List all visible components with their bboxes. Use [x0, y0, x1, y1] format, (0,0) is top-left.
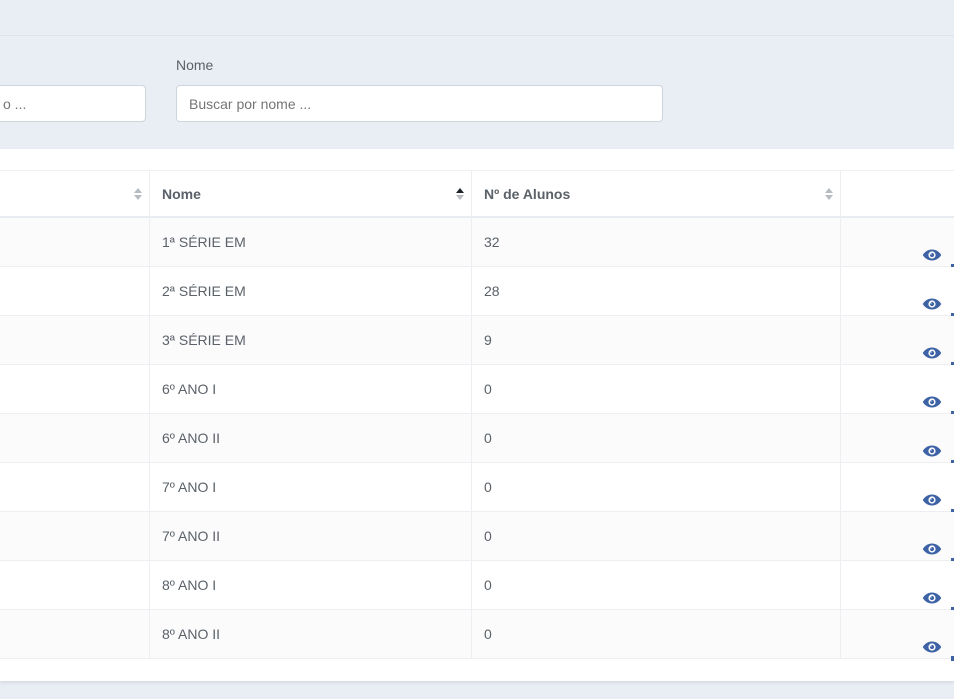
cell-actions: [841, 267, 954, 318]
cell-actions: [841, 512, 954, 563]
cell-actions: [841, 463, 954, 514]
cell-first: [0, 267, 150, 315]
filter-input-left[interactable]: [0, 85, 146, 122]
table-row: 3ª SÉRIE EM 9: [0, 316, 954, 367]
table-row: 8º ANO I0: [0, 561, 954, 612]
cell-alunos: 9: [472, 316, 841, 364]
sort-icon[interactable]: [133, 187, 143, 201]
column-header-actions: [841, 171, 954, 217]
cell-nome: 1ª SÉRIE EM: [150, 218, 472, 266]
cell-nome: 8º ANO I: [150, 561, 472, 609]
eye-icon[interactable]: [922, 381, 942, 408]
cell-first: [0, 512, 150, 560]
eye-icon[interactable]: [922, 332, 942, 359]
cell-nome: 8º ANO II: [150, 610, 472, 658]
edit-icon[interactable]: [950, 289, 954, 318]
cell-first: [0, 316, 150, 364]
cell-first: [0, 561, 150, 609]
column-header-nome-label: Nome: [162, 186, 201, 202]
cell-nome: 7º ANO I: [150, 463, 472, 511]
cell-actions: [841, 365, 954, 416]
cell-first: [0, 463, 150, 511]
table-row: 6º ANO II 0: [0, 414, 954, 465]
filter-panel: Nome: [0, 36, 954, 148]
cell-alunos: 32: [472, 218, 841, 266]
edit-icon[interactable]: [950, 387, 954, 416]
cell-actions: [841, 316, 954, 367]
cell-nome: 6º ANO II: [150, 414, 472, 462]
cell-nome: 6º ANO I: [150, 365, 472, 413]
cell-actions: [841, 414, 954, 465]
table-row: 7º ANO II 0: [0, 512, 954, 563]
column-header-alunos[interactable]: Nº de Alunos: [472, 171, 841, 217]
table-header: Nome Nº de Alunos: [0, 170, 954, 218]
sort-icon[interactable]: [824, 187, 834, 201]
eye-icon[interactable]: [922, 234, 942, 261]
cell-alunos: 0: [472, 512, 841, 560]
edit-icon[interactable]: [950, 534, 954, 563]
sort-ascending-icon[interactable]: [455, 187, 465, 201]
top-bar: [0, 0, 954, 36]
cell-nome: 3ª SÉRIE EM: [150, 316, 472, 364]
cell-actions: [841, 561, 954, 612]
table-row: 6º ANO I0: [0, 365, 954, 416]
table-row: 8º ANO II 0: [0, 610, 954, 661]
edit-icon[interactable]: [950, 240, 954, 269]
cell-alunos: 0: [472, 561, 841, 609]
eye-icon[interactable]: [922, 577, 942, 604]
cell-alunos: 28: [472, 267, 841, 315]
cell-actions: [841, 610, 954, 661]
cell-first: [0, 365, 150, 413]
eye-icon[interactable]: [922, 626, 942, 653]
table-card: Nome Nº de Alunos 1ª SÉRIE EM 32 2ª SÉRIE …: [0, 149, 954, 681]
cell-first: [0, 610, 150, 658]
table-row: 1ª SÉRIE EM 32: [0, 218, 954, 269]
edit-icon[interactable]: [950, 583, 954, 612]
eye-icon[interactable]: [922, 528, 942, 555]
cell-first: [0, 218, 150, 266]
column-header-alunos-label: Nº de Alunos: [484, 186, 571, 202]
cell-alunos: 0: [472, 365, 841, 413]
cell-nome: 2ª SÉRIE EM: [150, 267, 472, 315]
table-row: 2ª SÉRIE EM 28: [0, 267, 954, 318]
eye-icon[interactable]: [922, 479, 942, 506]
name-search-input[interactable]: [176, 85, 663, 122]
cell-first: [0, 414, 150, 462]
edit-icon[interactable]: [950, 338, 954, 367]
edit-icon[interactable]: [950, 632, 954, 661]
cell-nome: 7º ANO II: [150, 512, 472, 560]
eye-icon[interactable]: [922, 430, 942, 457]
cell-alunos: 0: [472, 463, 841, 511]
table-row: 7º ANO I0: [0, 463, 954, 514]
cell-alunos: 0: [472, 414, 841, 462]
column-header-nome[interactable]: Nome: [150, 171, 472, 217]
name-filter-label: Nome: [176, 57, 214, 73]
cell-alunos: 0: [472, 610, 841, 658]
edit-icon[interactable]: [950, 485, 954, 514]
edit-icon[interactable]: [950, 436, 954, 465]
column-header-first[interactable]: [0, 171, 150, 217]
eye-icon[interactable]: [922, 283, 942, 310]
cell-actions: [841, 218, 954, 269]
